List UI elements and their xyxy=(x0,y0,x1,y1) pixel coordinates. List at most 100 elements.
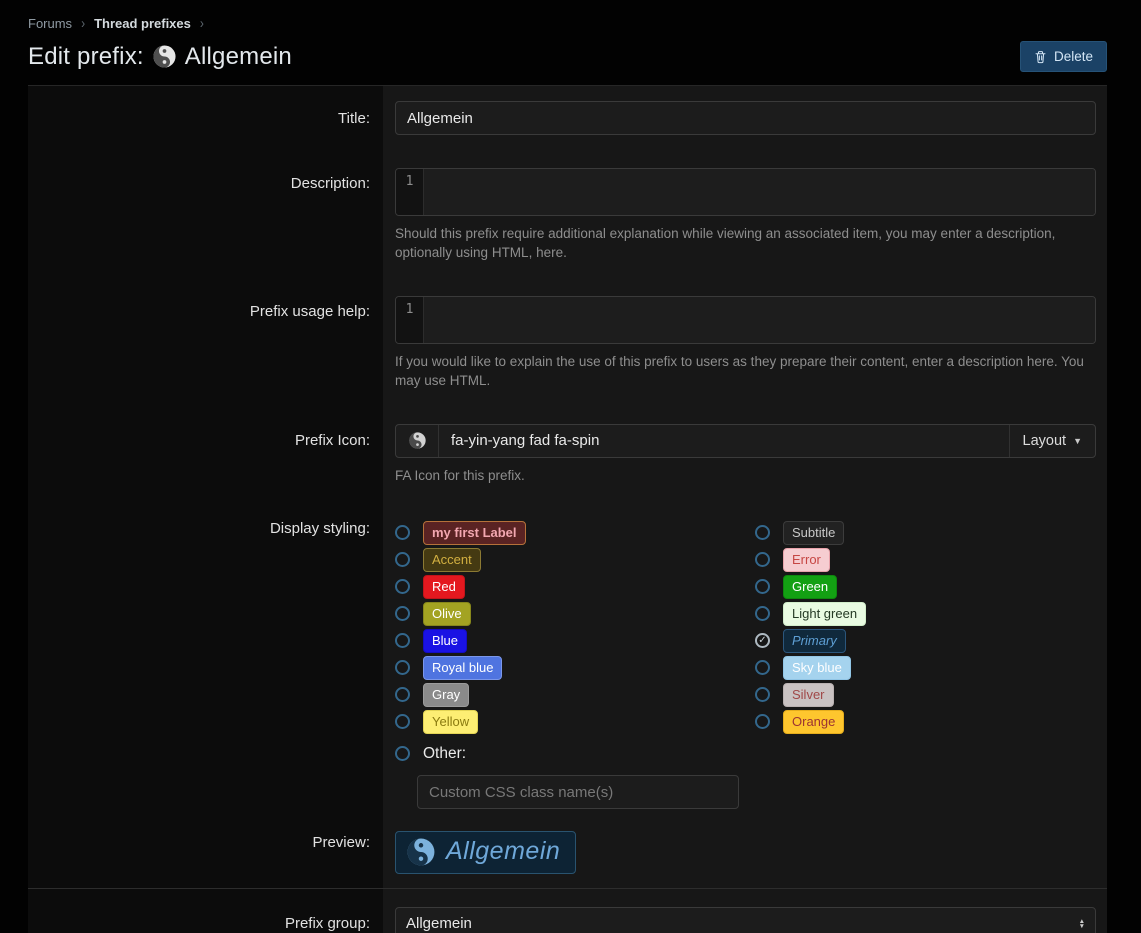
radio[interactable] xyxy=(395,714,410,729)
style-badge: Accent xyxy=(423,548,481,572)
form-row-prefix-icon: Prefix Icon: Layout ▼ FA Icon for th xyxy=(28,404,1107,498)
form-row-preview: Preview: Allgemein xyxy=(28,825,1107,888)
layout-button-label: Layout xyxy=(1023,433,1067,449)
style-badge: Orange xyxy=(783,710,844,734)
style-badge: Primary xyxy=(783,629,846,653)
breadcrumb-forums[interactable]: Forums xyxy=(28,16,72,31)
styling-option[interactable]: Gray xyxy=(395,681,755,708)
line-number: 1 xyxy=(396,169,424,215)
radio[interactable] xyxy=(395,606,410,621)
prefix-group-select[interactable]: Allgemein ▲▼ xyxy=(395,907,1096,933)
usage-help-editor[interactable]: 1 xyxy=(395,296,1096,344)
prefix-group-label: Prefix group: xyxy=(28,889,383,933)
prefix-icon-hint: FA Icon for this prefix. xyxy=(395,467,1091,486)
style-badge: Subtitle xyxy=(783,521,844,545)
styling-option[interactable]: Sky blue xyxy=(755,654,1096,681)
style-badge: Light green xyxy=(783,602,866,626)
radio-other[interactable] xyxy=(395,746,410,761)
radio[interactable] xyxy=(755,552,770,567)
radio[interactable] xyxy=(755,714,770,729)
style-badge: Silver xyxy=(783,683,834,707)
custom-css-input[interactable] xyxy=(417,775,739,809)
styling-option[interactable]: Green xyxy=(755,573,1096,600)
yin-yang-icon xyxy=(153,45,176,68)
styling-options-left: my first Label Accent Red Olive Blue Royal bl… xyxy=(395,519,755,735)
trash-icon xyxy=(1034,50,1047,64)
form-row-description: Description: 1 Should this prefix requir… xyxy=(28,146,1107,279)
line-number: 1 xyxy=(396,297,424,343)
style-badge: Red xyxy=(423,575,465,599)
radio[interactable] xyxy=(395,525,410,540)
page-title-prefix: Edit prefix: xyxy=(28,43,144,71)
chevron-down-icon: ▼ xyxy=(1073,436,1082,446)
title-input[interactable] xyxy=(395,101,1096,135)
description-editor-content[interactable] xyxy=(424,169,1095,215)
display-styling-label: Display styling: xyxy=(28,497,383,825)
chevron-right-icon: › xyxy=(200,14,204,32)
radio[interactable] xyxy=(755,687,770,702)
styling-option-other[interactable]: Other: xyxy=(395,740,1096,767)
styling-option[interactable]: Accent xyxy=(395,546,755,573)
yin-yang-icon xyxy=(409,432,426,449)
usage-help-editor-content[interactable] xyxy=(424,297,1095,343)
chevron-right-icon: › xyxy=(81,14,85,32)
radio-selected[interactable]: ✓ xyxy=(755,633,770,648)
radio[interactable] xyxy=(395,552,410,567)
styling-option[interactable]: Royal blue xyxy=(395,654,755,681)
breadcrumb: Forums › Thread prefixes › xyxy=(28,14,1107,32)
description-hint: Should this prefix require additional ex… xyxy=(395,225,1091,263)
radio[interactable] xyxy=(395,660,410,675)
style-badge: Gray xyxy=(423,683,469,707)
style-badge: Yellow xyxy=(423,710,478,734)
style-badge: Olive xyxy=(423,602,471,626)
form-row-display-styling: Display styling: my first Label Accent Red… xyxy=(28,497,1107,825)
description-editor[interactable]: 1 xyxy=(395,168,1096,216)
breadcrumb-thread-prefixes[interactable]: Thread prefixes xyxy=(94,16,191,31)
styling-option[interactable]: Orange xyxy=(755,708,1096,735)
select-stepper-icon: ▲▼ xyxy=(1079,919,1085,929)
yin-yang-icon xyxy=(407,838,435,866)
styling-option[interactable]: Yellow xyxy=(395,708,755,735)
prefix-icon-label: Prefix Icon: xyxy=(28,404,383,498)
styling-option[interactable]: Error xyxy=(755,546,1096,573)
style-badge: Sky blue xyxy=(783,656,851,680)
preview-badge-text: Allgemein xyxy=(446,837,560,866)
layout-dropdown-button[interactable]: Layout ▼ xyxy=(1009,425,1095,457)
styling-option[interactable]: Blue xyxy=(395,627,755,654)
style-badge: Error xyxy=(783,548,830,572)
styling-option[interactable]: Subtitle xyxy=(755,519,1096,546)
style-badge: Royal blue xyxy=(423,656,502,680)
radio[interactable] xyxy=(395,579,410,594)
title-label: Title: xyxy=(28,86,383,146)
radio[interactable] xyxy=(755,579,770,594)
styling-option[interactable]: Light green xyxy=(755,600,1096,627)
styling-option[interactable]: Silver xyxy=(755,681,1096,708)
form-row-usage-help: Prefix usage help: 1 If you would like t… xyxy=(28,279,1107,404)
styling-options-right: Subtitle Error Green Light green ✓ Primary Sky… xyxy=(755,519,1096,735)
style-badge: Green xyxy=(783,575,837,599)
form-row-title: Title: xyxy=(28,86,1107,146)
prefix-group-value: Allgemein xyxy=(406,915,472,932)
edit-prefix-form: Title: Description: 1 Should this prefix… xyxy=(28,85,1107,933)
styling-option[interactable]: Red xyxy=(395,573,755,600)
prefix-preview-badge: Allgemein xyxy=(395,831,576,874)
styling-option[interactable]: ✓ Primary xyxy=(755,627,1096,654)
usage-help-hint: If you would like to explain the use of … xyxy=(395,353,1091,391)
style-badge: Blue xyxy=(423,629,467,653)
prefix-icon-input[interactable] xyxy=(439,425,1009,457)
delete-button[interactable]: Delete xyxy=(1020,41,1107,72)
radio[interactable] xyxy=(755,606,770,621)
radio[interactable] xyxy=(755,525,770,540)
styling-option[interactable]: Olive xyxy=(395,600,755,627)
delete-button-label: Delete xyxy=(1054,49,1093,64)
form-row-prefix-group: Prefix group: Allgemein ▲▼ xyxy=(28,888,1107,933)
radio[interactable] xyxy=(395,633,410,648)
styling-option[interactable]: my first Label xyxy=(395,519,755,546)
page-header: Forums › Thread prefixes › Edit prefix: … xyxy=(0,0,1141,72)
style-badge: my first Label xyxy=(423,521,526,545)
page-title: Edit prefix: Allgemein xyxy=(28,43,292,71)
page-title-name: Allgemein xyxy=(185,43,292,71)
radio[interactable] xyxy=(755,660,770,675)
radio[interactable] xyxy=(395,687,410,702)
other-option-label: Other: xyxy=(423,745,466,763)
